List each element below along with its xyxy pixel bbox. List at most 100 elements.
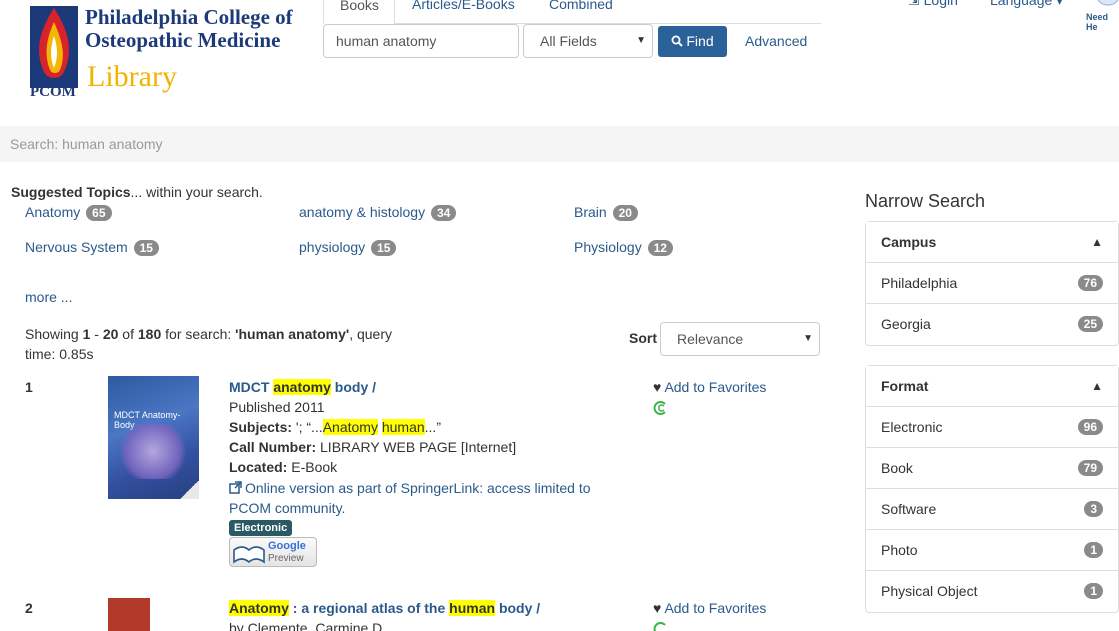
login-icon: ⇲ — [908, 0, 924, 8]
topic-label[interactable]: Physiology — [574, 239, 642, 255]
facet-label: Georgia — [881, 316, 931, 332]
topic-link[interactable]: Nervous System 15 — [25, 239, 159, 257]
heart-icon: ♥ — [653, 379, 662, 395]
topic-link[interactable]: Physiology 12 — [574, 239, 673, 257]
topic-label[interactable]: Nervous System — [25, 239, 128, 255]
facet-count-badge: 1 — [1084, 583, 1103, 599]
summary-end: 20 — [102, 326, 119, 342]
book-cover-thumbnail[interactable]: MDCT Anatomy-Body — [108, 376, 199, 499]
open-book-icon — [233, 546, 265, 564]
google-preview-button[interactable]: Google Preview — [229, 537, 317, 567]
find-button[interactable]: Find — [658, 26, 727, 57]
summary-for: for search: — [161, 326, 236, 342]
facet-item[interactable]: Electronic 96 — [866, 407, 1118, 448]
subjects-text: ...” — [424, 419, 441, 435]
search-field-value: All Fields — [540, 33, 597, 49]
citation-swirl-icon[interactable] — [653, 622, 669, 631]
result-number: 1 — [25, 379, 33, 395]
located-line: Located: E-Book — [229, 459, 337, 475]
facet-count-badge: 96 — [1077, 419, 1103, 435]
facet-count-badge: 76 — [1077, 275, 1103, 291]
title-part: : a regional atlas of the — [288, 600, 450, 616]
topic-count-badge: 20 — [612, 205, 638, 222]
facet-item[interactable]: Book 79 — [866, 448, 1118, 489]
facet-count-badge: 1 — [1084, 542, 1103, 558]
online-access-text: Online version as part of SpringerLink: … — [229, 480, 591, 516]
subject-highlight: Anatomy — [322, 419, 378, 435]
favorite-label: Add to Favorites — [664, 379, 767, 395]
tab-articles-ebooks[interactable]: Articles/E-Books — [396, 0, 531, 24]
tab-books[interactable]: Books — [323, 0, 395, 24]
more-topics-link[interactable]: more ... — [25, 289, 72, 305]
topic-link[interactable]: anatomy & histology 34 — [299, 204, 457, 222]
heart-icon: ♥ — [653, 600, 662, 616]
facet-item[interactable]: Philadelphia 76 — [866, 263, 1118, 304]
facet-count-badge: 3 — [1084, 501, 1103, 517]
sort-select[interactable]: Relevance ▼ — [660, 322, 820, 356]
subjects-label: Subjects: — [229, 419, 293, 435]
facet-item[interactable]: Georgia 25 — [866, 304, 1118, 345]
citation-swirl-icon[interactable] — [653, 401, 669, 415]
call-number-value: LIBRARY WEB PAGE [Internet] — [316, 439, 517, 455]
search-input[interactable] — [323, 24, 519, 58]
result-title-link[interactable]: MDCT anatomy body / — [229, 379, 376, 395]
logo-abbr: PCOM — [30, 84, 76, 100]
add-to-favorites-link[interactable]: ♥ Add to Favorites — [653, 600, 766, 616]
sort-label: Sort — [629, 330, 657, 346]
suggested-title: Suggested Topics — [11, 184, 131, 200]
topic-label[interactable]: Brain — [574, 204, 607, 220]
facet-header[interactable]: Format ▲ — [866, 366, 1118, 407]
facet-title: Campus — [881, 234, 937, 250]
search-tabs: Books Articles/E-Books Combined — [323, 0, 821, 24]
topic-link[interactable]: Anatomy 65 — [25, 204, 112, 222]
topic-label[interactable]: Anatomy — [25, 204, 80, 220]
google-label: Google — [268, 540, 306, 552]
facet-label: Software — [881, 501, 937, 517]
tab-combined[interactable]: Combined — [533, 0, 629, 24]
title-part: body / — [495, 600, 541, 616]
summary-showing: Showing — [25, 326, 83, 342]
facet-label: Book — [881, 460, 913, 476]
topic-link[interactable]: Brain 20 — [574, 204, 638, 222]
topic-label[interactable]: anatomy & histology — [299, 204, 425, 220]
pcom-logo[interactable]: PCOM Philadelphia College of Osteopathic… — [30, 0, 300, 105]
language-dropdown[interactable]: Language ▾ — [990, 0, 1063, 9]
topic-link[interactable]: physiology 15 — [299, 239, 397, 257]
chat-bubble-icon[interactable] — [1094, 0, 1118, 12]
topic-label[interactable]: physiology — [299, 239, 365, 255]
facet-label: Physical Object — [881, 583, 978, 599]
facet-label: Electronic — [881, 419, 943, 435]
facet-title: Format — [881, 378, 929, 394]
login-link[interactable]: ⇲ Login — [908, 0, 958, 9]
facet-item[interactable]: Physical Object 1 — [866, 571, 1118, 612]
facet-item[interactable]: Photo 1 — [866, 530, 1118, 571]
book-cover-thumbnail[interactable] — [108, 598, 150, 631]
title-highlight: Anatomy — [229, 600, 289, 616]
title-highlight: human — [449, 600, 496, 616]
advanced-search-link[interactable]: Advanced — [745, 33, 807, 49]
facet-header[interactable]: Campus ▲ — [866, 222, 1118, 263]
search-icon — [671, 35, 684, 47]
need-help-label[interactable]: Need He — [1086, 12, 1119, 32]
topic-count-badge: 12 — [647, 240, 673, 257]
narrow-search-heading: Narrow Search — [865, 191, 986, 211]
sort-value: Relevance — [677, 331, 744, 347]
search-field-select[interactable]: All Fields ▼ — [523, 24, 653, 58]
add-to-favorites-link[interactable]: ♥ Add to Favorites — [653, 379, 766, 395]
logo-library: Library — [87, 60, 177, 93]
online-access-link[interactable]: Online version as part of SpringerLink: … — [229, 478, 629, 518]
favorite-label: Add to Favorites — [664, 600, 767, 616]
title-part: body / — [330, 379, 377, 395]
select-caret-icon: ▼ — [636, 35, 646, 46]
topic-count-badge: 34 — [430, 205, 457, 222]
facet-label: Philadelphia — [881, 275, 958, 291]
facet-count-badge: 79 — [1077, 460, 1103, 476]
published-date: Published 2011 — [229, 399, 325, 415]
result-title-link[interactable]: Anatomy : a regional atlas of the human … — [229, 600, 540, 616]
select-caret-icon: ▼ — [803, 333, 813, 344]
located-label: Located: — [229, 459, 288, 475]
breadcrumb-bar: Search: human anatomy — [0, 126, 1119, 162]
find-label: Find — [686, 33, 714, 49]
facet-item[interactable]: Software 3 — [866, 489, 1118, 530]
subjects-text: '; “... — [292, 419, 323, 435]
